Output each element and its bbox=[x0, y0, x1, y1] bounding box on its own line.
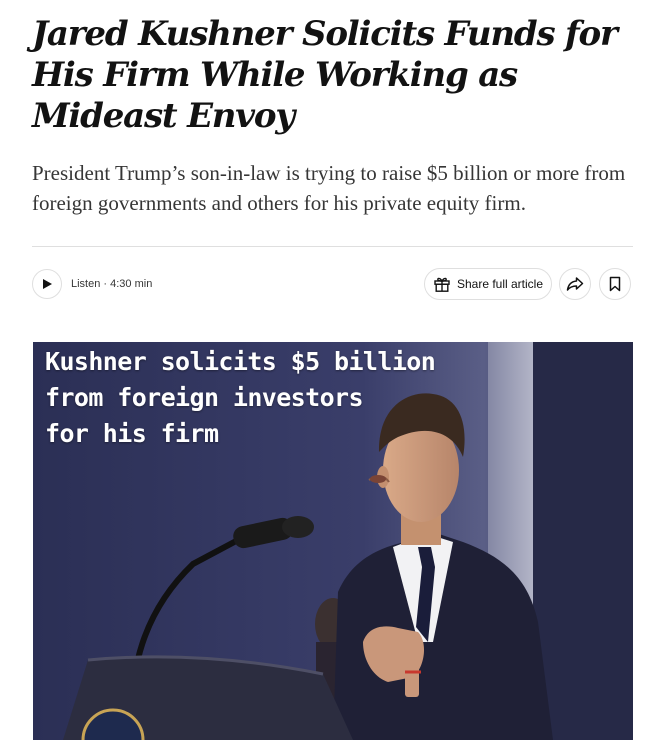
listen-control[interactable]: Listen · 4:30 min bbox=[32, 268, 152, 300]
photo-overlay-caption: Kushner solicits $5 billion from foreign… bbox=[45, 347, 436, 448]
listen-label: Listen · 4:30 min bbox=[71, 278, 153, 290]
play-button[interactable] bbox=[32, 269, 62, 299]
share-full-article-button[interactable]: Share full article bbox=[424, 268, 552, 300]
article-headline: Jared Kushner Solicits Funds for His Fir… bbox=[32, 14, 618, 136]
share-button[interactable] bbox=[559, 268, 591, 300]
bookmark-icon bbox=[609, 276, 621, 292]
play-icon bbox=[43, 279, 52, 289]
article-summary: President Trump’s son-in-law is trying t… bbox=[32, 161, 626, 215]
divider bbox=[32, 246, 633, 247]
article-photo: Kushner solicits $5 billion from foreign… bbox=[33, 342, 633, 740]
gift-icon bbox=[434, 277, 450, 292]
save-bookmark-button[interactable] bbox=[599, 268, 631, 300]
share-full-article-label: Share full article bbox=[456, 277, 544, 291]
share-arrow-icon bbox=[566, 277, 584, 291]
